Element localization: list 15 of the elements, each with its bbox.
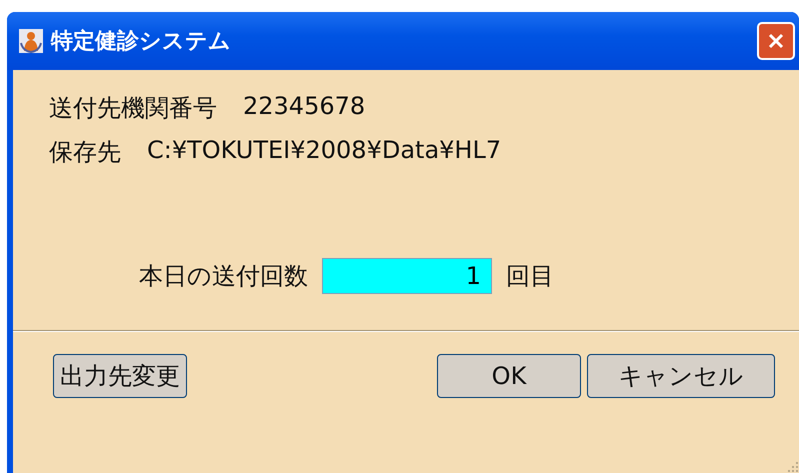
count-unit: 回目 xyxy=(506,261,554,292)
window-title: 特定健診システム xyxy=(51,28,232,56)
info-value: 22345678 xyxy=(243,92,366,122)
close-icon xyxy=(766,31,786,51)
change-output-button[interactable]: 出力先変更 xyxy=(53,354,187,398)
resize-grip-icon[interactable] xyxy=(787,461,799,473)
count-label: 本日の送付回数 xyxy=(139,261,308,292)
info-label: 送付先機関番号 xyxy=(49,93,217,124)
info-label: 保存先 xyxy=(49,137,121,168)
info-value: C:¥TOKUTEI¥2008¥Data¥HL7 xyxy=(147,136,502,166)
close-button[interactable] xyxy=(757,22,795,60)
cancel-button[interactable]: キャンセル xyxy=(587,354,775,398)
count-field[interactable]: 1 xyxy=(322,258,492,294)
ok-button[interactable]: OK xyxy=(437,354,581,398)
figure-icon xyxy=(19,29,43,53)
